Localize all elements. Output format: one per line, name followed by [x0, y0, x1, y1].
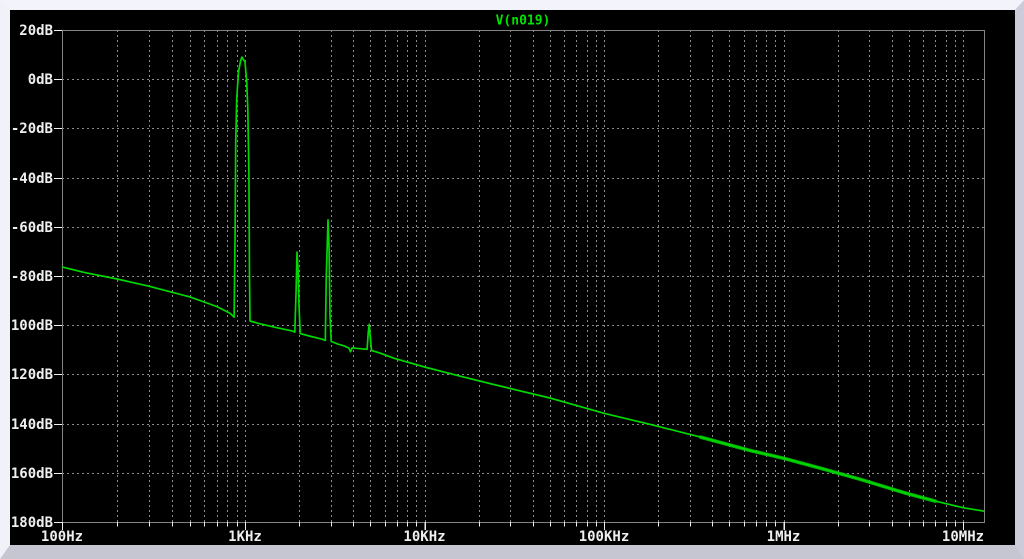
y-axis-label: -80dB — [11, 269, 53, 285]
y-axis-label: -20dB — [11, 121, 53, 137]
y-axis-label: -160dB — [2, 466, 53, 482]
y-axis-label: 20dB — [19, 23, 53, 39]
waveform-window: 20dB 0dB -20dB -40dB -60dB -80dB -100dB -120dB -… — [0, 0, 1024, 559]
fft-trace[interactable] — [61, 56, 985, 513]
y-axis-label: -60dB — [11, 220, 53, 236]
trace-title[interactable]: V(n019) — [496, 14, 551, 29]
trace-line[interactable] — [61, 56, 985, 513]
x-axis-labels: 100Hz 1KHz 10KHz 100KHz 1MHz 10MHz — [41, 529, 984, 545]
y-axis-label: 0dB — [28, 72, 53, 88]
x-axis-label: 1MHz — [767, 529, 801, 545]
plot-screen: 20dB 0dB -20dB -40dB -60dB -80dB -100dB -120dB -… — [10, 10, 1015, 545]
y-axis-label: -100dB — [2, 318, 53, 334]
x-axis-label: 100Hz — [41, 529, 83, 545]
y-axis-label: -120dB — [2, 367, 53, 383]
x-axis-label: 100KHz — [579, 529, 630, 545]
x-axis-label: 10KHz — [403, 529, 445, 545]
y-axis-labels: 20dB 0dB -20dB -40dB -60dB -80dB -100dB -120dB -… — [2, 23, 53, 531]
y-axis-label: -40dB — [11, 171, 53, 187]
fft-plot-canvas[interactable]: 20dB 0dB -20dB -40dB -60dB -80dB -100dB -120dB -… — [0, 0, 1024, 559]
y-axis-label: -140dB — [2, 417, 53, 433]
x-axis-label: 1KHz — [228, 529, 262, 545]
x-axis-label: 10MHz — [942, 529, 984, 545]
grid-lines — [62, 30, 984, 522]
